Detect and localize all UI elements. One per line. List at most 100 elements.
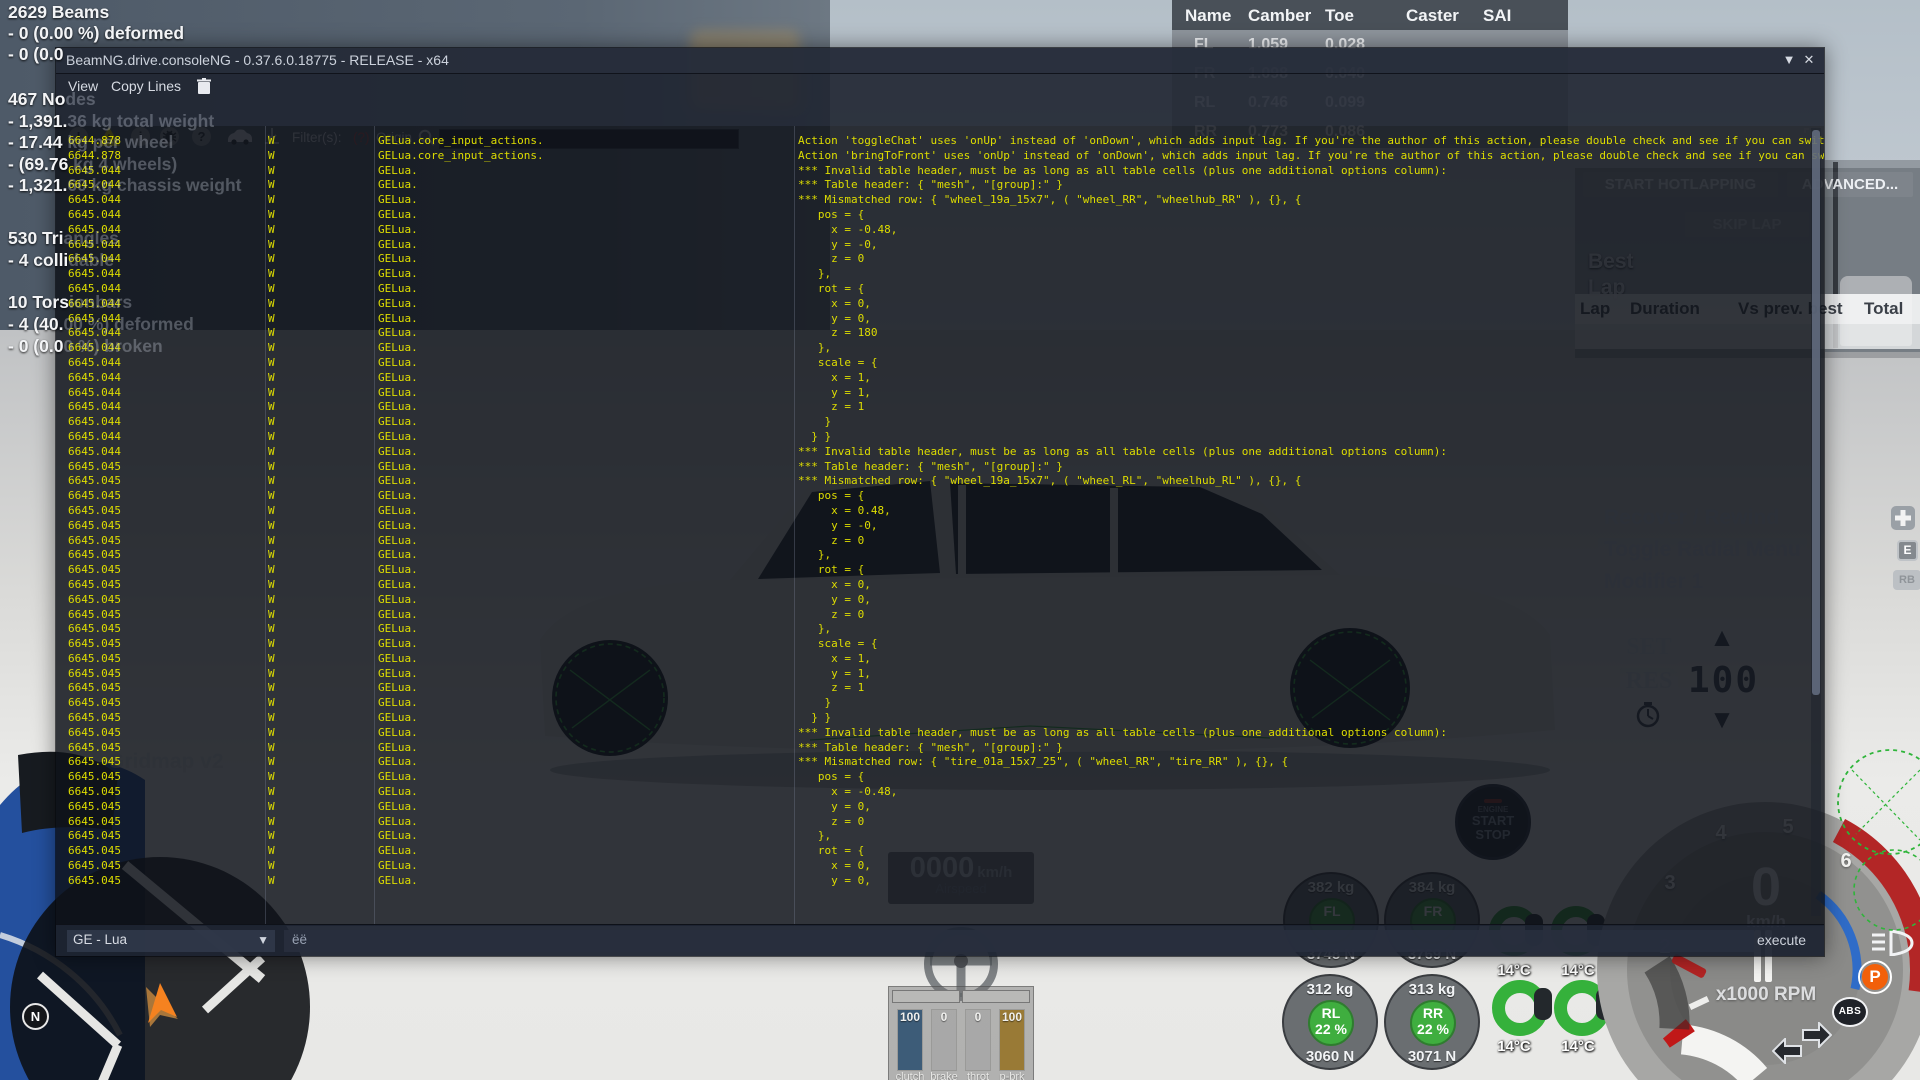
log-scrollbar-thumb[interactable] — [1812, 130, 1820, 695]
log-row[interactable]: 6645.044WGELua. y = 0, — [56, 312, 1824, 327]
lap-table-header-cell: Total — [1864, 299, 1903, 319]
log-row[interactable]: 6645.044WGELua. y = -0, — [56, 238, 1824, 253]
alignment-header: Caster — [1406, 6, 1459, 26]
compass-north-icon: N — [22, 1003, 49, 1030]
alignment-header: Toe — [1325, 6, 1354, 26]
alignment-table-header: NameCamberToeCasterSAI — [1172, 0, 1568, 30]
log-row[interactable]: 6645.045WGELua. x = 0, — [56, 578, 1824, 593]
log-row[interactable]: 6645.044WGELua. x = -0.48, — [56, 223, 1824, 238]
pedal-bar-throt: 0 — [965, 1009, 991, 1071]
steering-input-bar — [892, 990, 1030, 1003]
key-rb-hint: RB — [1893, 570, 1920, 590]
trash-icon[interactable] — [197, 78, 211, 94]
console-header: View Copy Lines ! ! i ? Filter(s): (?) O… — [56, 74, 1824, 126]
log-row[interactable]: 6645.044WGELua. pos = { — [56, 208, 1824, 223]
log-row[interactable]: 6645.044WGELua. x = 1, — [56, 371, 1824, 386]
stat-line: - 4 (40.00 %) deformed — [8, 314, 194, 335]
turn-signal-right-icon — [1802, 1022, 1832, 1048]
stat-line: 2629 Beams — [8, 2, 109, 23]
log-row[interactable]: 6645.045WGELua. rot = { — [56, 563, 1824, 578]
log-row[interactable]: 6645.044WGELua. x = 0, — [56, 297, 1824, 312]
log-row[interactable]: 6645.045WGELua. } — [56, 696, 1824, 711]
log-row[interactable]: 6645.044WGELua. z = 180 — [56, 326, 1824, 341]
log-row[interactable]: 6645.045WGELua. pos = { — [56, 770, 1824, 785]
log-scrollbar[interactable] — [1811, 128, 1821, 916]
log-row[interactable]: 6645.045WGELua. }, — [56, 829, 1824, 844]
log-row[interactable]: 6645.045WGELua. z = 0 — [56, 608, 1824, 623]
wheel-load-rl: 312 kgRL22 %3060 N — [1282, 974, 1378, 1070]
log-row[interactable]: 6645.045WGELua.*** Invalid table header,… — [56, 726, 1824, 741]
pedal-label: clutch — [895, 1071, 925, 1080]
log-row[interactable]: 6645.044WGELua. }, — [56, 267, 1824, 282]
log-row[interactable]: 6645.045WGELua.*** Mismatched row: { "wh… — [56, 474, 1824, 489]
radial-menu-plus-icon[interactable] — [1890, 505, 1916, 531]
log-row[interactable]: 6644.878WGELua.core_input_actions.Action… — [56, 134, 1824, 149]
stat-line: 467 Nodes — [8, 89, 96, 110]
log-row[interactable]: 6645.044WGELua. rot = { — [56, 282, 1824, 297]
console-titlebar[interactable]: BeamNG.drive.consoleNG - 0.37.6.0.18775 … — [56, 48, 1824, 74]
log-row[interactable]: 6645.045WGELua.*** Table header: { "mesh… — [56, 741, 1824, 756]
close-icon[interactable]: ✕ — [1800, 52, 1818, 68]
environment-value: GE - Lua — [73, 932, 127, 947]
log-row[interactable]: 6644.878WGELua.core_input_actions.Action… — [56, 149, 1824, 164]
command-input[interactable]: ëë — [284, 930, 1754, 952]
log-row[interactable]: 6645.045WGELua. y = 0, — [56, 874, 1824, 889]
pedal-input-widget: 100clutch0brake0throt100p-brk — [888, 986, 1034, 1080]
pedal-bar-p-brk: 100 — [999, 1009, 1025, 1071]
log-row[interactable]: 6645.045WGELua. }, — [56, 548, 1824, 563]
alignment-header: Camber — [1248, 6, 1311, 26]
log-row[interactable]: 6645.045WGELua. }, — [56, 622, 1824, 637]
log-row[interactable]: 6645.044WGELua. z = 1 — [56, 400, 1824, 415]
stat-line: - 17.44 kg per wheel — [8, 132, 173, 153]
log-row[interactable]: 6645.044WGELua. y = 1, — [56, 386, 1824, 401]
log-row[interactable]: 6645.044WGELua. scale = { — [56, 356, 1824, 371]
wheel-load-rr: 313 kgRR22 %3071 N — [1384, 974, 1480, 1070]
console-log-area[interactable]: 6644.878WGELua.core_input_actions.Action… — [56, 126, 1824, 926]
log-row[interactable]: 6645.045WGELua. z = 0 — [56, 534, 1824, 549]
log-row[interactable]: 6645.044WGELua.*** Invalid table header,… — [56, 164, 1824, 179]
stat-line: - (69.76 kg 4 wheels) — [8, 154, 177, 175]
log-row[interactable]: 6645.044WGELua.*** Mismatched row: { "wh… — [56, 193, 1824, 208]
log-row[interactable]: 6645.045WGELua.*** Table header: { "mesh… — [56, 460, 1824, 475]
log-row[interactable]: 6645.045WGELua. } } — [56, 711, 1824, 726]
log-row[interactable]: 6645.044WGELua.*** Table header: { "mesh… — [56, 178, 1824, 193]
log-row[interactable]: 6645.045WGELua. y = 0, — [56, 800, 1824, 815]
minimize-icon[interactable]: ▼ — [1780, 52, 1798, 67]
log-row[interactable]: 6645.045WGELua. x = 1, — [56, 652, 1824, 667]
log-row[interactable]: 6645.045WGELua. scale = { — [56, 637, 1824, 652]
brake-temp-label: 14°C — [1488, 1038, 1540, 1055]
console-footer: GE - Lua ▼ ëë execute — [56, 924, 1824, 956]
log-row[interactable]: 6645.045WGELua. pos = { — [56, 489, 1824, 504]
environment-dropdown[interactable]: GE - Lua ▼ — [67, 930, 275, 952]
stat-line: - 4 collidable — [8, 250, 114, 271]
log-row[interactable]: 6645.044WGELua. } — [56, 415, 1824, 430]
log-row[interactable]: 6645.045WGELua. y = 0, — [56, 593, 1824, 608]
log-row[interactable]: 6645.045WGELua. x = -0.48, — [56, 785, 1824, 800]
log-row[interactable]: 6645.045WGELua.*** Mismatched row: { "ti… — [56, 755, 1824, 770]
log-row[interactable]: 6645.045WGELua. rot = { — [56, 844, 1824, 859]
brake-caliper-rl-icon — [1492, 980, 1548, 1036]
log-row[interactable]: 6645.045WGELua. x = 0, — [56, 859, 1824, 874]
stat-line: - 0 (0.00 %) deformed — [8, 23, 184, 44]
console-title: BeamNG.drive.consoleNG - 0.37.6.0.18775 … — [66, 52, 449, 68]
pedal-label: p-brk — [997, 1071, 1027, 1080]
stat-line: 10 Torsionbars — [8, 292, 132, 313]
log-row[interactable]: 6645.044WGELua.*** Invalid table header,… — [56, 445, 1824, 460]
wireframe-wheel-debug — [1832, 730, 1920, 940]
log-row[interactable]: 6645.044WGELua. }, — [56, 341, 1824, 356]
log-row[interactable]: 6645.044WGELua. z = 0 — [56, 252, 1824, 267]
alignment-header: SAI — [1483, 6, 1511, 26]
execute-button[interactable]: execute — [1757, 932, 1806, 948]
abs-indicator: ABS — [1832, 997, 1868, 1027]
log-row[interactable]: 6645.045WGELua. z = 1 — [56, 681, 1824, 696]
log-row[interactable]: 6645.045WGELua. x = 0.48, — [56, 504, 1824, 519]
pedal-bar-clutch: 100 — [897, 1009, 923, 1071]
log-row[interactable]: 6645.044WGELua. } } — [56, 430, 1824, 445]
log-row[interactable]: 6645.045WGELua. z = 0 — [56, 815, 1824, 830]
menu-copy-lines[interactable]: Copy Lines — [111, 78, 181, 94]
log-row[interactable]: 6645.045WGELua. y = 1, — [56, 667, 1824, 682]
key-e-hint: E — [1897, 540, 1918, 561]
pedal-bar-brake: 0 — [931, 1009, 957, 1071]
chevron-down-icon: ▼ — [257, 933, 269, 947]
log-row[interactable]: 6645.045WGELua. y = -0, — [56, 519, 1824, 534]
